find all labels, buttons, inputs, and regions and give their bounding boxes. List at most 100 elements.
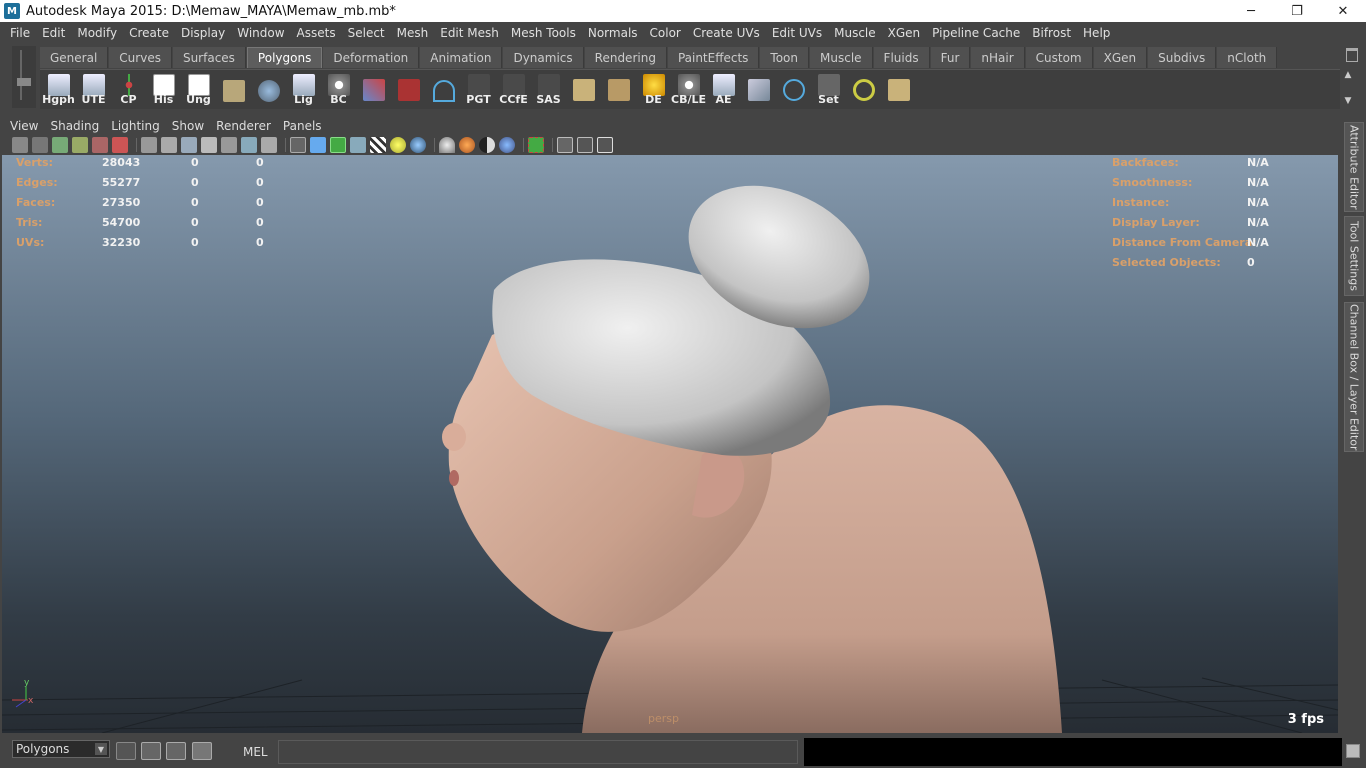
shelf-button-ae[interactable]: AE [707,72,740,108]
shelf-button-lig[interactable]: Lig [287,72,320,108]
shelf-menu-icon[interactable] [17,78,31,86]
shelf-tab-muscle[interactable]: Muscle [810,47,873,68]
shelf-tab-ncloth[interactable]: nCloth [1217,47,1278,68]
shelf-button-globe[interactable] [252,72,285,108]
2d-pan-zoom-icon[interactable] [92,137,108,153]
anti-aliasing-icon[interactable] [499,137,515,153]
shelf-button-cp[interactable]: CP [112,72,145,108]
cube-icon[interactable] [557,137,573,153]
shelf-button-book[interactable] [217,72,250,108]
shelf-button-his[interactable]: His [147,72,180,108]
menu-file[interactable]: File [4,26,36,40]
shelf-tab-animation[interactable]: Animation [420,47,503,68]
grease-pencil-icon[interactable] [112,137,128,153]
render-view-icon[interactable] [141,742,161,760]
wireframe-icon[interactable] [290,137,306,153]
shelf-button-cb-le[interactable]: CB/LE [671,72,706,108]
select-camera-icon[interactable] [12,137,28,153]
shelf-tab-painteffects[interactable]: PaintEffects [667,47,760,68]
shelf-button-bc[interactable]: BC [322,72,355,108]
shelf-tab-custom[interactable]: Custom [1025,47,1093,68]
panel-menu-lighting[interactable]: Lighting [105,119,166,133]
shelf-button-uv-grid[interactable] [602,72,635,108]
frame-icon[interactable] [577,137,593,153]
safe-action-icon[interactable] [241,137,257,153]
tab-tool-settings[interactable]: Tool Settings [1344,216,1364,296]
isolate-select-icon[interactable] [528,137,544,153]
shelf-button-sas[interactable]: SAS [532,72,565,108]
menu-normals[interactable]: Normals [582,26,644,40]
film-gate-icon[interactable] [161,137,177,153]
grid-icon[interactable] [141,137,157,153]
shelf-button-curve2[interactable] [777,72,810,108]
shelf-tab-fur[interactable]: Fur [930,47,971,68]
menu-mesh[interactable]: Mesh [391,26,435,40]
snap-icon[interactable] [116,742,136,760]
restore-button[interactable]: ❐ [1274,0,1320,22]
tab-channel-box-layer-editor[interactable]: Channel Box / Layer Editor [1344,302,1364,452]
shelf-button-de[interactable]: DE [637,72,670,108]
menu-pipeline-cache[interactable]: Pipeline Cache [926,26,1026,40]
bookmark-icon[interactable] [52,137,68,153]
menu-edit-mesh[interactable]: Edit Mesh [434,26,505,40]
shelf-button-camera[interactable] [392,72,425,108]
shelf-tab-surfaces[interactable]: Surfaces [172,47,246,68]
menu-window[interactable]: Window [231,26,290,40]
shelf-tab-subdivs[interactable]: Subdivs [1148,47,1217,68]
shelf-button-pgt[interactable]: PGT [462,72,495,108]
shelf-tab-toon[interactable]: Toon [760,47,810,68]
shelf-button-ute[interactable]: UTE [77,72,110,108]
chevron-down-icon[interactable]: ▼ [95,743,107,755]
shelf-tab-nhair[interactable]: nHair [971,47,1025,68]
safe-title-icon[interactable] [261,137,277,153]
share-icon[interactable] [597,137,613,153]
menu-mesh-tools[interactable]: Mesh Tools [505,26,582,40]
use-all-lights-icon[interactable] [390,137,406,153]
menu-create-uvs[interactable]: Create UVs [687,26,766,40]
close-button[interactable]: ✕ [1320,0,1366,22]
field-chart-icon[interactable] [221,137,237,153]
menu-help[interactable]: Help [1077,26,1116,40]
shelf-scrollbar[interactable]: ▲ ▼ [1342,70,1354,106]
menu-display[interactable]: Display [175,26,231,40]
shelf-button-uv-editor[interactable] [882,72,915,108]
menu-modify[interactable]: Modify [71,26,123,40]
shelf-button-tool[interactable] [742,72,775,108]
shelf-button-uv-layout[interactable] [567,72,600,108]
panel-menu-show[interactable]: Show [166,119,210,133]
shelf-tab-deformation[interactable]: Deformation [323,47,420,68]
resolution-gate-icon[interactable] [181,137,197,153]
panel-menu-view[interactable]: View [4,119,44,133]
shelf-button-set[interactable]: Set [812,72,845,108]
shelf-button-hgph[interactable]: Hgph [42,72,75,108]
script-editor-icon[interactable] [1346,744,1360,758]
ambient-occlusion-icon[interactable] [459,137,475,153]
shadows-icon[interactable] [410,137,426,153]
shelf-tab-xgen[interactable]: XGen [1093,47,1148,68]
xray-icon[interactable] [439,137,455,153]
shelf-options-handle[interactable] [12,46,36,108]
shelf-tab-general[interactable]: General [40,47,109,68]
camera-attributes-icon[interactable] [32,137,48,153]
menu-edit[interactable]: Edit [36,26,71,40]
menu-edit-uvs[interactable]: Edit UVs [766,26,828,40]
shelf-button-rotate[interactable] [847,72,880,108]
hypershade-icon[interactable] [166,742,186,760]
shelf-button-curve[interactable] [427,72,460,108]
textured-icon[interactable] [350,137,366,153]
gate-mask-icon[interactable] [201,137,217,153]
panel-menu-shading[interactable]: Shading [44,119,105,133]
menu-assets[interactable]: Assets [291,26,342,40]
panel-menu-renderer[interactable]: Renderer [210,119,277,133]
checker-icon[interactable] [370,137,386,153]
menu-set-select[interactable]: Polygons ▼ [12,740,110,758]
panel-menu-panels[interactable]: Panels [277,119,328,133]
shelf-tab-rendering[interactable]: Rendering [584,47,667,68]
mel-command-input[interactable] [278,740,798,764]
minimize-button[interactable]: ─ [1228,0,1274,22]
image-plane-icon[interactable] [72,137,88,153]
persp-viewport[interactable]: y x Verts: 28043 0 0 Edges: 55277 0 0 Fa… [2,155,1338,733]
shelf-button-ung[interactable]: Ung [182,72,215,108]
scroll-up-icon[interactable]: ▲ [1345,70,1352,80]
scroll-down-icon[interactable]: ▼ [1345,96,1352,106]
